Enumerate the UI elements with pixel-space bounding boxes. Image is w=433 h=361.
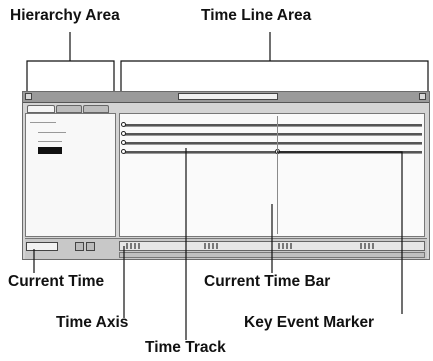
hierarchy-area-bracket	[26, 60, 115, 91]
time-line-area-bracket	[120, 60, 429, 91]
callout-lines	[26, 32, 429, 340]
key-event-marker-leader	[277, 151, 403, 314]
